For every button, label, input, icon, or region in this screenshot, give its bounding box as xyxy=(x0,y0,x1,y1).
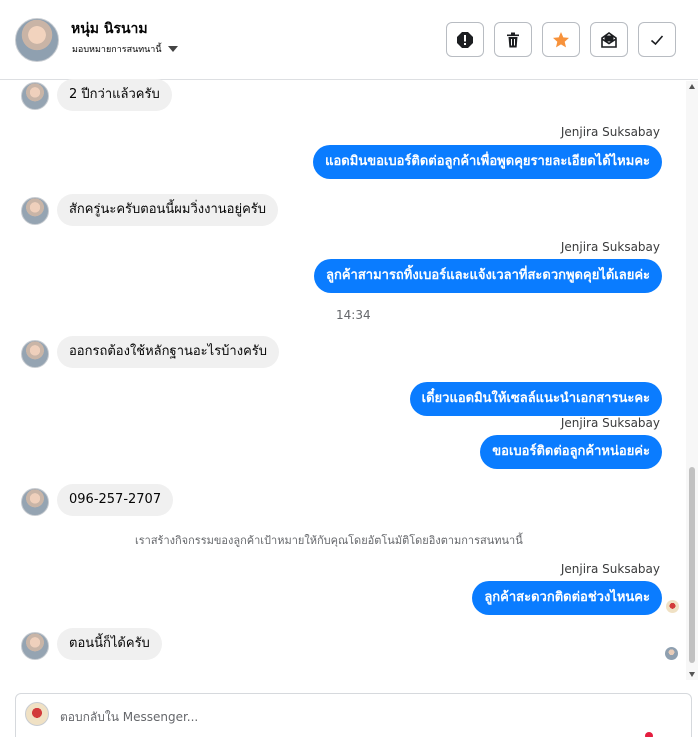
incoming-message[interactable]: ตอนนี้ก็ได้ครับ xyxy=(57,628,162,660)
check-icon xyxy=(650,34,664,45)
delete-button[interactable] xyxy=(494,22,532,57)
system-notice: เราสร้างกิจกรรมของลูกค้าเป้าหมายให้กับคุ… xyxy=(135,534,523,547)
seen-avatar xyxy=(666,600,679,613)
outgoing-message[interactable]: เดี๋ยวแอดมินให้เซลล์แนะนำเอกสารนะคะ xyxy=(409,382,662,416)
trash-icon xyxy=(507,32,519,47)
assign-label: มอบหมายการสนทนานี้ xyxy=(72,45,162,55)
contact-avatar-small xyxy=(21,632,49,660)
incoming-message[interactable]: 096-257-2707 xyxy=(57,484,174,516)
report-icon xyxy=(457,31,473,48)
scroll-down-icon[interactable] xyxy=(689,672,695,677)
scrollbar-thumb[interactable] xyxy=(689,467,695,663)
incoming-message[interactable]: สักครู่นะครับตอนนี้ผมวิ่งงานอยู่ครับ xyxy=(57,194,279,226)
read-receipt-avatar xyxy=(665,647,678,660)
contact-avatar-small xyxy=(21,82,49,110)
contact-avatar-small xyxy=(21,340,49,368)
contact-avatar[interactable] xyxy=(15,18,59,62)
star-icon xyxy=(553,31,569,47)
mark-done-button[interactable] xyxy=(638,22,676,57)
message-thread: 2 ปีกว่าแล้วครับ Jenjira Suksabay แอดมิน… xyxy=(0,79,698,681)
reply-input[interactable]: ตอบกลับใน Messenger... xyxy=(60,708,198,727)
thread-scrollbar[interactable] xyxy=(686,81,698,680)
reply-composer[interactable]: ตอบกลับใน Messenger... xyxy=(15,693,692,737)
header-actions xyxy=(446,22,676,57)
assign-conversation-dropdown[interactable]: มอบหมายการสนทนานี้ xyxy=(72,42,178,56)
report-button[interactable] xyxy=(446,22,484,57)
outgoing-message[interactable]: ลูกค้าสะดวกติดต่อช่วงไหนคะ xyxy=(472,581,662,615)
mark-unread-icon xyxy=(601,31,617,48)
outgoing-message[interactable]: ลูกค้าสามารถทิ้งเบอร์และแจ้งเวลาที่สะดวก… xyxy=(314,259,662,293)
sender-name: Jenjira Suksabay xyxy=(560,125,660,139)
outgoing-message[interactable]: แอดมินขอเบอร์ติดต่อลูกค้าเพื่อพูดคุยรายล… xyxy=(313,145,662,179)
sender-name: Jenjira Suksabay xyxy=(560,562,660,576)
timestamp: 14:34 xyxy=(336,308,371,322)
page-avatar xyxy=(25,702,49,726)
contact-avatar-small xyxy=(21,197,49,225)
conversation-header: หนุ่ม นิรนาม มอบหมายการสนทนานี้ xyxy=(0,0,698,80)
contact-avatar-small xyxy=(21,488,49,516)
caret-down-icon xyxy=(167,46,178,52)
notification-dot xyxy=(645,732,653,737)
sender-name: Jenjira Suksabay xyxy=(560,416,660,430)
mark-unread-button[interactable] xyxy=(590,22,628,57)
scroll-up-icon[interactable] xyxy=(689,84,695,89)
incoming-message[interactable]: 2 ปีกว่าแล้วครับ xyxy=(57,79,172,111)
sender-name: Jenjira Suksabay xyxy=(560,240,660,254)
star-button[interactable] xyxy=(542,22,580,57)
contact-name[interactable]: หนุ่ม นิรนาม xyxy=(71,18,148,40)
incoming-message[interactable]: ออกรถต้องใช้หลักฐานอะไรบ้างครับ xyxy=(57,336,280,368)
outgoing-message[interactable]: ขอเบอร์ติดต่อลูกค้าหน่อยค่ะ xyxy=(480,435,662,469)
